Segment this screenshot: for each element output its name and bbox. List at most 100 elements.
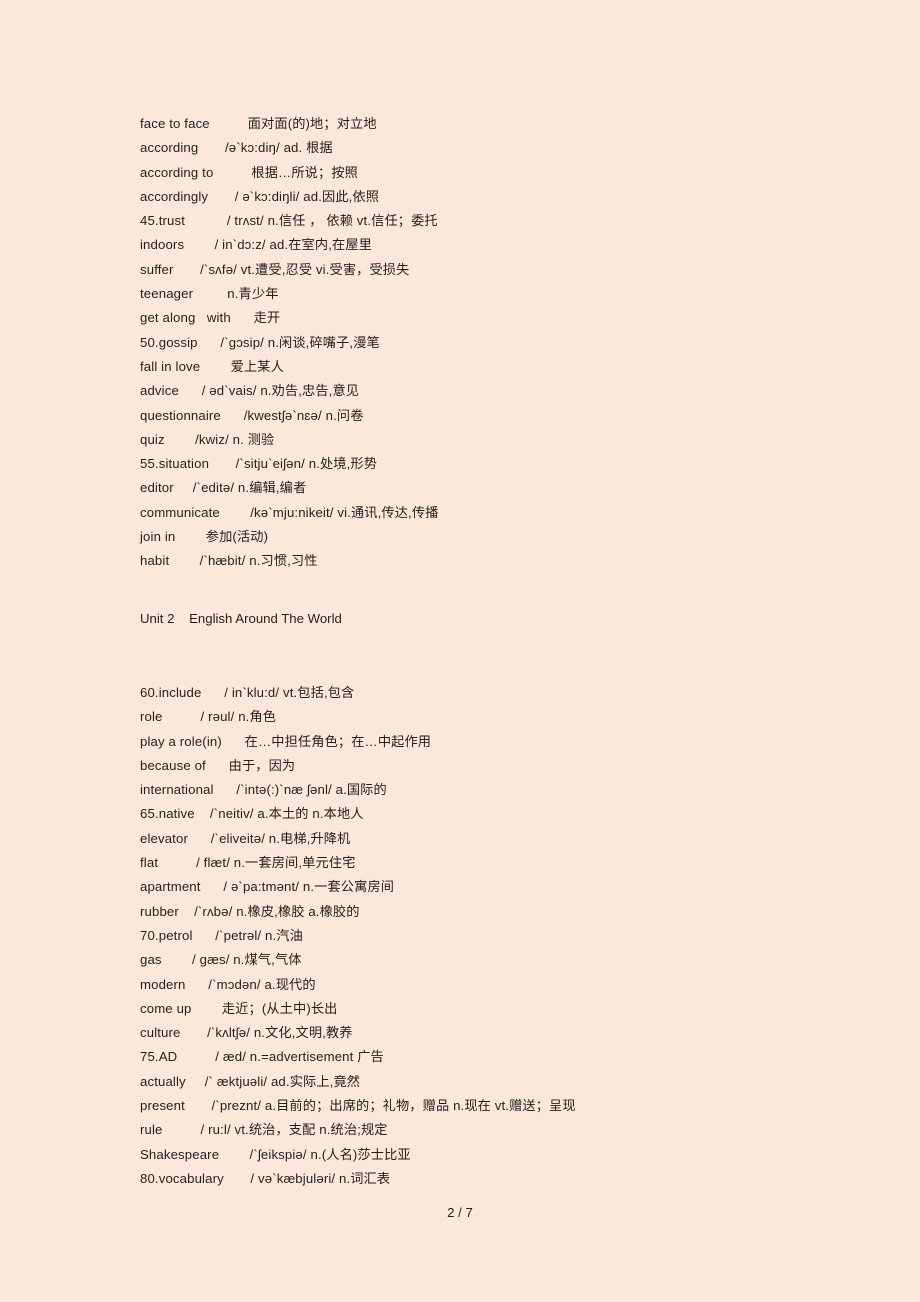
column-gap <box>224 1167 251 1191</box>
vocabulary-definition: /`gɔsip/ n.闲谈,碎嘴子,漫笔 <box>220 334 380 350</box>
vocabulary-entry: 60.include / in`klu:d/ vt.包括,包含 <box>140 681 880 705</box>
vocabulary-definition: / rəul/ n.角色 <box>200 709 277 725</box>
vocabulary-definition: /kwestʃə`nɛə/ n.问卷 <box>243 407 364 423</box>
vocabulary-term: advice <box>140 383 179 399</box>
vocabulary-term: 75.AD <box>140 1049 178 1065</box>
vocabulary-entry: 45.trust / trʌst/ n.信任 ， 依赖 vt.信任；委托 <box>140 209 880 233</box>
vocabulary-definition: /`sʌfə/ vt.遭受,忍受 vi.受害，受损失 <box>200 261 410 277</box>
vocabulary-definition: /`sitju`eiʃən/ n.处境,形势 <box>235 456 378 472</box>
vocabulary-definition: 面对面(的)地；对立地 <box>247 116 377 131</box>
column-gap <box>219 1143 249 1167</box>
vocabulary-entry: play a role(in) 在…中担任角色；在…中起作用 <box>140 730 880 754</box>
vocabulary-term: apartment <box>140 879 201 895</box>
vocabulary-entry: 65.native /`neitiv/ a.本土的 n.本地人 <box>140 802 880 826</box>
vocabulary-entry: come up 走近；(从土中)长出 <box>140 997 880 1021</box>
vocabulary-term: according <box>140 140 199 156</box>
vocabulary-entry: editor /`editə/ n.编辑,编者 <box>140 476 880 500</box>
page-number-footer: 2 / 7 <box>447 1205 473 1220</box>
vocabulary-definition: /`mɔdən/ a.现代的 <box>208 976 316 992</box>
vocabulary-term: face to face <box>140 116 210 131</box>
vocabulary-definition: 走近；(从土中)长出 <box>221 1000 338 1016</box>
column-gap <box>201 681 224 705</box>
vocabulary-definition: n.青少年 <box>227 286 279 302</box>
vocabulary-term: rule <box>140 1122 163 1138</box>
vocabulary-definition: /`kʌltʃə/ n.文化,文明,教养 <box>207 1025 353 1041</box>
vocabulary-definition: 由于，因为 <box>228 757 296 773</box>
vocabulary-term: 55.situation <box>140 456 210 472</box>
vocabulary-entry: face to face 面对面(的)地；对立地 <box>140 112 880 136</box>
vocabulary-entry: flat / flæt/ n.一套房间,单元住宅 <box>140 851 880 875</box>
vocabulary-definition: / ə`pa:tmənt/ n.一套公寓房间 <box>223 879 395 895</box>
column-gap <box>195 802 210 826</box>
column-gap <box>186 1070 205 1094</box>
vocabulary-term: 65.native <box>140 806 195 822</box>
vocabulary-definition: / in`dɔ:z/ ad.在室内,在屋里 <box>214 237 372 253</box>
vocabulary-entry: quiz /kwiz/ n. 测验 <box>140 428 880 452</box>
vocabulary-entry: elevator /`eliveitə/ n.电梯,升降机 <box>140 827 880 851</box>
vocabulary-definition: /`eliveitə/ n.电梯,升降机 <box>210 830 351 846</box>
vocabulary-term: role <box>140 709 163 725</box>
vocabulary-entry: 75.AD / æd/ n.=advertisement 广告 <box>140 1045 880 1069</box>
vocabulary-definition: /`neitiv/ a.本土的 n.本地人 <box>209 806 364 822</box>
vocabulary-definition: /kwiz/ n. 测验 <box>195 431 275 447</box>
vocabulary-definition: 根据…所说；按照 <box>251 164 358 180</box>
vocabulary-definition: /`petrəl/ n.汽油 <box>215 927 303 943</box>
vocabulary-definition: 爱上某人 <box>230 358 284 374</box>
vocabulary-term: editor <box>140 480 174 496</box>
vocabulary-term: rubber <box>140 903 179 919</box>
vocabulary-term: actually <box>140 1073 186 1089</box>
vocabulary-entry: 70.petrol /`petrəl/ n.汽油 <box>140 924 880 948</box>
column-gap <box>177 1045 215 1069</box>
column-gap <box>198 331 221 355</box>
vocabulary-definition: / gæs/ n.煤气,气体 <box>192 952 302 968</box>
vocabulary-entry: accordingly / ə`kɔ:diŋli/ ad.因此,依照 <box>140 185 880 209</box>
vocabulary-definition: /`rʌbə/ n.橡皮,橡胶 a.橡胶的 <box>194 903 360 919</box>
vocabulary-term: join in <box>140 529 176 545</box>
column-gap <box>209 452 236 476</box>
vocabulary-definition: /`ʃeikspiə/ n.(人名)莎士比亚 <box>249 1146 411 1162</box>
column-gap <box>220 501 250 525</box>
vocabulary-entry: role / rəul/ n.角色 <box>140 705 880 729</box>
vocabulary-term: 80.vocabulary <box>140 1170 224 1186</box>
vocabulary-definition: / və`kæbjuləri/ n.词汇表 <box>250 1170 391 1186</box>
vocabulary-entry: suffer /`sʌfə/ vt.遭受,忍受 vi.受害，受损失 <box>140 258 880 282</box>
vocabulary-definition: /`hæbit/ n.习惯,习性 <box>199 553 318 569</box>
column-gap <box>210 112 248 136</box>
vocabulary-definition: /`editə/ n.编辑,编者 <box>192 480 307 496</box>
vocabulary-term: elevator <box>140 830 188 846</box>
vocabulary-definition: / flæt/ n.一套房间,单元住宅 <box>196 855 356 871</box>
vocabulary-term: Shakespeare <box>140 1146 220 1162</box>
vocabulary-entry: modern /`mɔdən/ a.现代的 <box>140 973 880 997</box>
vocabulary-term: suffer <box>140 261 174 277</box>
vocabulary-entry: actually /` æktjuəli/ ad.实际上,竟然 <box>140 1070 880 1094</box>
vocabulary-entry: 50.gossip /`gɔsip/ n.闲谈,碎嘴子,漫笔 <box>140 331 880 355</box>
vocabulary-entry: rule / ru:l/ vt.统治，支配 n.统治;规定 <box>140 1118 880 1142</box>
vocabulary-definition: /`preznt/ a.目前的；出席的；礼物，赠品 n.现在 vt.赠送；呈现 <box>211 1097 576 1113</box>
vocabulary-entry: fall in love 爱上某人 <box>140 355 880 379</box>
vocabulary-term: accordingly <box>140 188 209 204</box>
column-gap <box>179 379 202 403</box>
vocabulary-entry: 55.situation /`sitju`eiʃən/ n.处境,形势 <box>140 452 880 476</box>
column-gap <box>193 282 227 306</box>
column-gap <box>206 754 229 778</box>
vocabulary-definition: 走开 <box>253 310 281 326</box>
vocabulary-term: 50.gossip <box>140 334 198 350</box>
column-gap <box>193 924 216 948</box>
column-gap <box>169 549 199 573</box>
column-gap <box>198 136 225 160</box>
vocabulary-entry: gas / gæs/ n.煤气,气体 <box>140 948 880 972</box>
vocabulary-entry: culture /`kʌltʃə/ n.文化,文明,教养 <box>140 1021 880 1045</box>
vocabulary-definition: / əd`vais/ n.劝告,忠告,意见 <box>201 383 360 399</box>
vocabulary-term: according to <box>140 164 214 180</box>
column-gap <box>184 233 214 257</box>
page-content: face to face 面对面(的)地；对立地 according /ə`kɔ… <box>140 112 880 1191</box>
unit-heading-unit2: Unit 2 English Around The World <box>140 610 342 626</box>
vocabulary-term: habit <box>140 553 170 569</box>
vocabulary-entry: according /ə`kɔ:diŋ/ ad. 根据 <box>140 136 880 160</box>
vocabulary-entry: questionnaire /kwestʃə`nɛə/ n.问卷 <box>140 404 880 428</box>
column-gap <box>185 1094 212 1118</box>
vocabulary-term: because of <box>140 757 206 773</box>
column-gap <box>222 730 245 754</box>
